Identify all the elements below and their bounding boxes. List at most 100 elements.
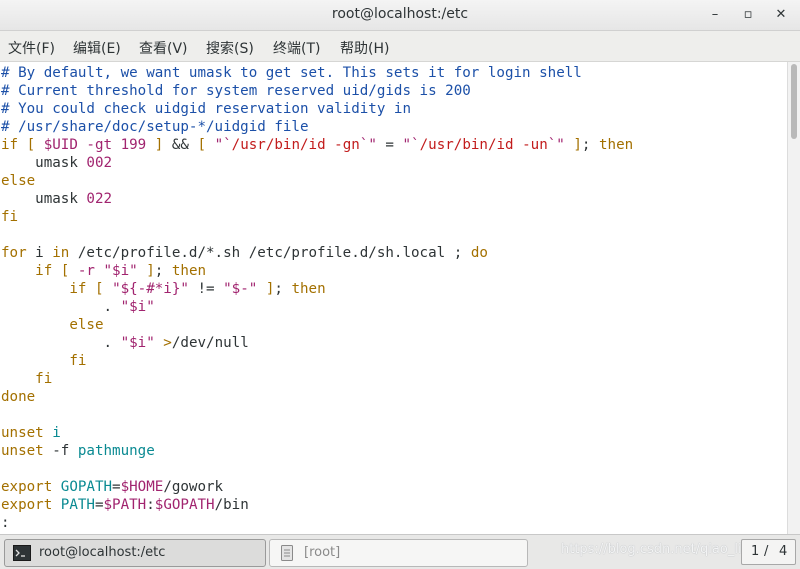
- menu-help[interactable]: 帮助(H): [340, 38, 389, 58]
- terminal-token: then: [599, 137, 634, 153]
- terminal-token: "$i": [120, 335, 155, 351]
- terminal-line: # Current threshold for system reserved …: [1, 82, 633, 100]
- terminal-token: -r: [77, 263, 104, 279]
- terminal-token: /usr/bin/id -gn: [231, 137, 360, 153]
- terminal-token: export: [1, 479, 53, 495]
- terminal-token: then: [291, 281, 326, 297]
- menu-terminal[interactable]: 终端(T): [273, 38, 320, 58]
- terminal-view[interactable]: # By default, we want umask to get set. …: [0, 62, 787, 534]
- terminal-token: PATH: [52, 497, 95, 513]
- terminal-token: =: [376, 137, 403, 153]
- terminal-token: "$-": [223, 281, 258, 297]
- terminal-token: done: [1, 389, 36, 405]
- terminal-line: unset -f pathmunge: [1, 442, 633, 460]
- scrollbar-thumb[interactable]: [791, 64, 797, 139]
- terminal-output: # By default, we want umask to get set. …: [1, 64, 633, 532]
- terminal-token: GOPATH: [52, 479, 113, 495]
- terminal-token: unset: [1, 443, 44, 459]
- terminal-token: /gowork: [163, 479, 224, 495]
- terminal-token: fi: [1, 371, 53, 387]
- terminal-token: "$i": [120, 299, 155, 315]
- terminal-line: umask 022: [1, 190, 633, 208]
- terminal-token: if [: [1, 137, 44, 153]
- terminal-token: export: [1, 497, 53, 513]
- file-manager-icon: [281, 545, 293, 561]
- taskbar-item-label: [root]: [304, 545, 341, 560]
- maximize-button[interactable]: ▫: [737, 4, 759, 26]
- pager-current: 1: [751, 544, 760, 559]
- terminal-token: # Current threshold for system reserved …: [1, 83, 471, 99]
- terminal-line: umask 002: [1, 154, 633, 172]
- terminal-line: . "$i": [1, 298, 633, 316]
- workspace-pager[interactable]: 1 / 4: [741, 539, 796, 565]
- terminal-token: else: [1, 173, 36, 189]
- terminal-token: fi: [1, 353, 87, 369]
- terminal-token: "`: [214, 137, 232, 153]
- terminal-token: ]: [564, 137, 582, 153]
- terminal-token: /bin: [214, 497, 249, 513]
- terminal-line: if [ "${-#*i}" != "$-" ]; then: [1, 280, 633, 298]
- terminal-line: fi: [1, 352, 633, 370]
- terminal-token: else: [1, 317, 104, 333]
- terminal-token: pathmunge: [77, 443, 155, 459]
- terminal-token: =: [112, 479, 121, 495]
- terminal-token: $GOPATH: [154, 497, 215, 513]
- terminal-token: /etc/profile.d/*.sh /etc/profile.d/sh.lo…: [69, 245, 471, 261]
- terminal-token: .: [1, 299, 121, 315]
- terminal-line: unset i: [1, 424, 633, 442]
- terminal-line: export GOPATH=$HOME/gowork: [1, 478, 633, 496]
- terminal-token: `": [547, 137, 565, 153]
- terminal-token: !=: [188, 281, 224, 297]
- terminal-token: "$i": [103, 263, 138, 279]
- menu-file[interactable]: 文件(F): [8, 38, 55, 58]
- terminal-line: fi: [1, 208, 633, 226]
- terminal-token: :: [146, 497, 155, 513]
- terminal-token: 022: [86, 191, 113, 207]
- terminal-line: # /usr/share/doc/setup-*/uidgid file: [1, 118, 633, 136]
- terminal-scrollbar[interactable]: [787, 62, 800, 534]
- terminal-icon: [13, 545, 31, 561]
- terminal-line: done: [1, 388, 633, 406]
- terminal-line: :: [1, 514, 633, 532]
- terminal-line: else: [1, 172, 633, 190]
- terminal-token: fi: [1, 209, 19, 225]
- terminal-token: ]: [257, 281, 275, 297]
- terminal-line: else: [1, 316, 633, 334]
- terminal-token: i: [26, 245, 53, 261]
- menu-search[interactable]: 搜索(S): [206, 38, 254, 58]
- taskbar-item-file-manager[interactable]: [root]: [269, 539, 528, 567]
- pager-total: 4: [779, 544, 788, 559]
- terminal-token: ]: [137, 263, 155, 279]
- terminal-token: `": [359, 137, 377, 153]
- menu-bar: 文件(F) 编辑(E) 查看(V) 搜索(S) 终端(T) 帮助(H): [0, 31, 800, 62]
- terminal-token: umask: [1, 155, 87, 171]
- pager-separator: /: [764, 544, 769, 559]
- terminal-token: do: [470, 245, 488, 261]
- taskbar-item-label: root@localhost:/etc: [39, 545, 166, 560]
- terminal-token: /dev/null: [171, 335, 249, 351]
- terminal-line: fi: [1, 370, 633, 388]
- close-button[interactable]: ✕: [770, 4, 792, 26]
- window-titlebar[interactable]: root@localhost:/etc – ▫ ✕: [0, 0, 800, 31]
- terminal-line: if [ $UID -gt 199 ] && [ "`/usr/bin/id -…: [1, 136, 633, 154]
- terminal-line: if [ -r "$i" ]; then: [1, 262, 633, 280]
- terminal-token: -gt 199: [77, 137, 155, 153]
- terminal-token: in: [52, 245, 70, 261]
- menu-edit[interactable]: 编辑(E): [73, 38, 121, 58]
- terminal-token: # You could check uidgid reservation val…: [1, 101, 411, 117]
- menu-view[interactable]: 查看(V): [139, 38, 188, 58]
- terminal-line: export PATH=$PATH:$GOPATH/bin: [1, 496, 633, 514]
- taskbar-item-terminal[interactable]: root@localhost:/etc: [4, 539, 266, 567]
- terminal-token: ;: [154, 263, 172, 279]
- terminal-token: i: [43, 425, 61, 441]
- terminal-token: =: [94, 497, 104, 513]
- terminal-token: &&: [163, 137, 198, 153]
- terminal-token: "`: [402, 137, 420, 153]
- minimize-button[interactable]: –: [704, 4, 726, 26]
- terminal-line: # By default, we want umask to get set. …: [1, 64, 633, 82]
